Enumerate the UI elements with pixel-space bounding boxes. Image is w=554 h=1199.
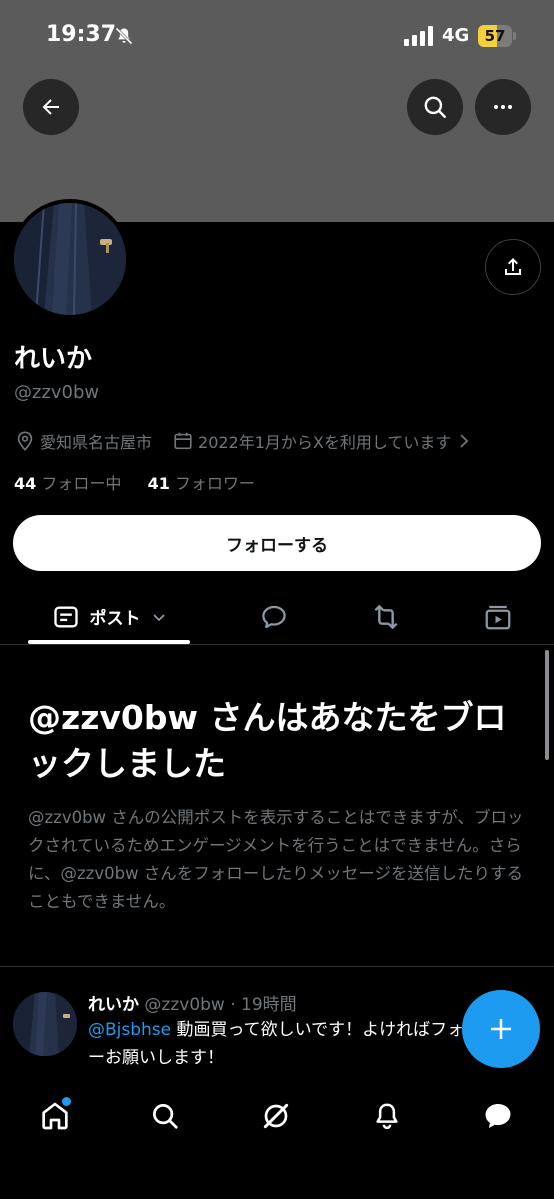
search-icon (153, 1104, 178, 1129)
avatar-image (14, 203, 126, 315)
posts-icon (53, 606, 78, 627)
tab-posts-label: ポスト (89, 609, 141, 629)
profile-meta: 愛知県名古屋市 2022年1月からXを利用しています (14, 429, 471, 453)
search-button[interactable] (407, 79, 463, 135)
tweet-author-name[interactable]: れいか (88, 995, 139, 1015)
profile-handle: @zzv0bw (14, 382, 100, 403)
messages-icon (485, 1103, 511, 1129)
profile-tabs: ポスト (0, 589, 554, 645)
arrow-left-icon (42, 99, 59, 115)
more-button[interactable] (475, 79, 531, 135)
blocked-notice-description: @zzv0bw さんの公開ポストを表示することはできますが、ブロックされているた… (28, 808, 524, 911)
status-bar: 19:37 4G 57 (0, 0, 554, 72)
profile-location: 愛知県名古屋市 (40, 433, 153, 452)
bottom-nav (0, 1080, 554, 1199)
location-icon (17, 431, 33, 451)
tweet-mention[interactable]: @Bjsbhse (88, 1020, 171, 1040)
tweet-text[interactable]: @Bjsbhse 動画買って欲しいです！よければフォローお願いします！ (88, 1016, 488, 1072)
replies-icon (262, 605, 286, 628)
notification-dot (62, 1097, 71, 1106)
nav-notifications[interactable] (359, 1094, 415, 1138)
network-type: 4G (442, 25, 470, 46)
status-time: 19:37 (46, 22, 117, 47)
reposts-icon (374, 604, 398, 629)
followers-count: 41 (147, 474, 170, 493)
nav-home[interactable] (27, 1094, 83, 1138)
tweet-avatar[interactable] (13, 992, 77, 1056)
followers-label: フォロワー (174, 474, 255, 493)
tab-replies[interactable] (244, 589, 304, 644)
grok-icon (263, 1103, 289, 1129)
plus-icon (491, 1019, 511, 1039)
battery-level: 57 (484, 27, 506, 45)
follow-button[interactable]: フォローする (13, 515, 541, 571)
scrollbar[interactable] (545, 650, 549, 760)
calendar-icon (174, 432, 192, 450)
tab-active-indicator (28, 640, 190, 644)
tweet-meta: @zzv0bw · 19時間 (144, 995, 297, 1015)
avatar-image (13, 992, 77, 1056)
nav-search[interactable] (137, 1094, 193, 1138)
tweet-header: れいか @zzv0bw · 19時間 (88, 990, 297, 1015)
nav-grok[interactable] (248, 1094, 304, 1138)
divider (0, 966, 554, 967)
signal-icon (404, 26, 433, 46)
tab-media[interactable] (468, 589, 528, 644)
following-link[interactable]: 44 フォロー中 (14, 474, 121, 493)
battery-icon: 57 (478, 25, 516, 47)
chevron-right-icon[interactable] (457, 432, 471, 450)
tab-posts[interactable]: ポスト (28, 589, 190, 644)
back-button[interactable] (23, 79, 79, 135)
blocked-notice-title: @zzv0bw さんはあなたをブロックしました (28, 698, 507, 783)
chevron-down-icon (152, 613, 165, 621)
media-icon (485, 605, 511, 629)
bell-icon (376, 1103, 398, 1130)
profile-avatar[interactable] (10, 199, 130, 319)
tab-reposts[interactable] (356, 589, 416, 644)
bell-muted-icon (115, 27, 133, 45)
share-button[interactable] (485, 239, 541, 295)
following-count: 44 (14, 474, 37, 493)
share-icon (505, 258, 521, 275)
search-icon (424, 96, 446, 118)
compose-button[interactable] (462, 990, 540, 1068)
followers-link[interactable]: 41 フォロワー (148, 474, 255, 493)
nav-messages[interactable] (470, 1094, 526, 1138)
more-horizontal-icon (494, 105, 512, 109)
profile-name: れいか (14, 344, 93, 374)
profile-joined: 2022年1月からXを利用しています (198, 433, 452, 452)
follow-stats: 44 フォロー中 41 フォロワー (14, 470, 255, 494)
following-label: フォロー中 (41, 474, 122, 493)
